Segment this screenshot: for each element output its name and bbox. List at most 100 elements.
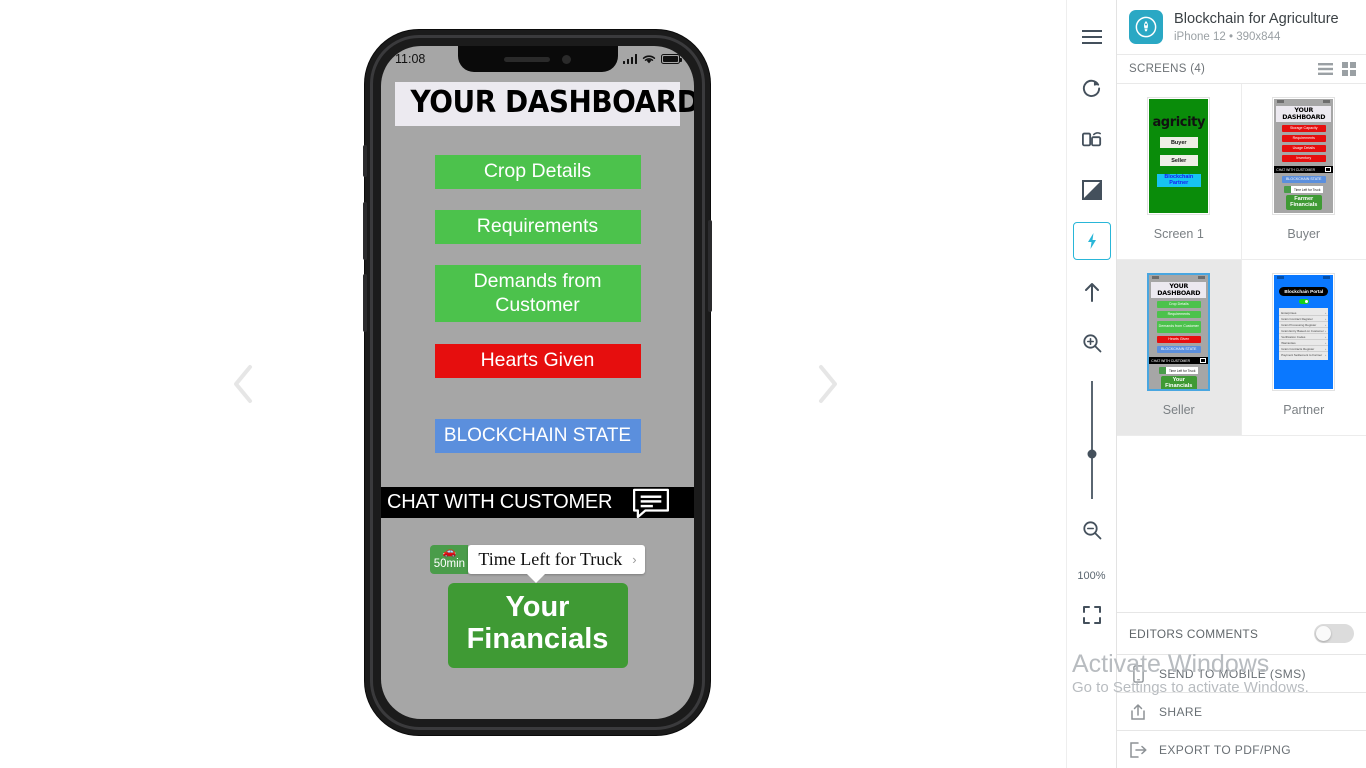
share-icon [1129,703,1147,721]
phone-mockup: 11:08 YOUR DASHBOARD Crop Details Requir… [363,30,712,735]
contrast-glyph [1081,180,1102,200]
chat-bubble-icon [633,488,669,518]
phone-volume-down-button [363,274,367,332]
mini-partner-list: Enterprises › Grain Contract Register › Gr… [1279,308,1329,360]
menu-glyph [1081,30,1102,44]
crop-details-button[interactable]: Crop Details [434,155,641,189]
mini-button: Crop Details [1156,301,1201,308]
mini-button: Inventory [1281,155,1326,162]
chevron-right-icon: › [632,552,637,567]
chevron-right-icon: › [1325,322,1327,327]
flash-icon[interactable] [1072,222,1111,260]
requirements-button[interactable]: Requirements [434,210,641,244]
blockchain-state-label: BLOCKCHAIN STATE [443,425,632,447]
view-toggles [1318,62,1356,76]
send-to-mobile-action[interactable]: SEND TO MOBILE (SMS) [1117,654,1366,692]
editors-comments-label: EDITORS COMMENTS [1129,626,1259,641]
editors-comments-toggle[interactable] [1314,624,1354,643]
zoom-in-icon[interactable] [1073,324,1111,362]
mini-status-bar [1149,275,1208,281]
refresh-icon[interactable] [1073,69,1111,107]
your-financials-line2: Financials [466,623,609,656]
demands-from-customer-button[interactable]: Demands from Customer [434,265,641,322]
send-to-mobile-label: SEND TO MOBILE (SMS) [1159,666,1306,681]
next-screen-arrow[interactable] [805,354,851,414]
upload-arrow-icon[interactable] [1073,273,1111,311]
previous-screen-arrow[interactable] [220,354,266,414]
share-action[interactable]: SHARE [1117,692,1366,730]
export-action[interactable]: EXPORT TO PDF/PNG [1117,730,1366,768]
project-header: Blockchain for Agriculture iPhone 12 • 3… [1117,0,1366,54]
screen-label: Screen 1 [1153,227,1204,241]
chevron-right-icon [819,365,837,403]
screen-label: Partner [1283,403,1325,417]
screen-content: YOUR DASHBOARD Crop Details Requirements… [381,82,694,668]
mini-button: BLOCKCHAIN STATE [1281,176,1326,183]
phone-volume-up-button [363,202,367,260]
mobile-glyph [1132,664,1144,683]
mini-chat-label: CHAT WITH CUSTOMER [1151,358,1191,363]
device-rotate-icon[interactable] [1073,120,1111,158]
mini-row-label: Warranties [1281,340,1296,345]
zoom-out-icon[interactable] [1073,511,1111,549]
truck-eta-row[interactable]: 🚗 50min Time Left for Truck › [395,545,680,583]
grid-view-icon[interactable] [1342,62,1356,76]
hearts-given-label: Hearts Given [480,349,595,372]
list-view-icon[interactable] [1318,63,1333,75]
mini-brand-name: agricity [1152,115,1206,130]
contrast-icon[interactable] [1073,171,1111,209]
truck-eta-card[interactable]: Time Left for Truck › [468,545,645,583]
rocket-glyph [1135,16,1157,38]
screen-thumb-screen-1[interactable]: agricity Buyer Seller Blockchain Partner… [1117,84,1242,260]
mini-chat-bubble-icon [1325,167,1332,172]
mini-title: YOUR DASHBOARD [1276,106,1332,122]
chat-with-customer-label: CHAT WITH CUSTOMER [387,491,613,513]
editors-comments-row[interactable]: EDITORS COMMENTS [1117,612,1366,654]
mini-button: Requirements [1281,135,1326,142]
crop-details-label: Crop Details [483,160,592,183]
project-panel: Blockchain for Agriculture iPhone 12 • 3… [1072,0,1366,768]
your-financials-line1: Your [505,591,570,623]
menu-icon[interactable] [1073,18,1111,56]
chevron-right-icon: › [1325,340,1327,345]
mini-row-label: Verification Codes [1281,334,1306,339]
screen-thumb-buyer[interactable]: YOUR DASHBOARD Storage Capacity Requirem… [1241,84,1366,260]
mini-truck-row: Time Left for Truck [1149,367,1208,374]
zoom-slider-knob[interactable] [1087,449,1096,459]
your-financials-button[interactable]: Your Financials [447,583,628,668]
zoom-slider[interactable] [1087,381,1096,499]
mini-title: YOUR DASHBOARD [1151,282,1207,298]
mini-button: Demands from Customer [1156,321,1201,333]
battery-icon [661,54,683,64]
mini-status-bar [1274,99,1333,105]
mini-chat-label: CHAT WITH CUSTOMER [1276,167,1316,172]
share-label: SHARE [1159,704,1203,719]
page-title: YOUR DASHBOARD [395,82,694,126]
mini-partner-toggle [1298,299,1309,304]
mini-blockchain-partner-button: Blockchain Partner [1156,174,1201,188]
mini-truck-badge [1159,367,1167,374]
list-view-glyph [1318,63,1333,75]
mini-truck-row: Time Left for Truck [1274,186,1333,193]
grid-view-glyph [1342,62,1356,76]
mini-partner-row: Payment Settlement to Farmer › [1279,352,1328,358]
mini-fin-line2: Financials [1165,383,1193,389]
export-icon [1129,741,1147,758]
thumb-frame: YOUR DASHBOARD Storage Capacity Requirem… [1272,97,1336,215]
export-glyph [1129,741,1147,758]
chat-with-customer-bar[interactable]: CHAT WITH CUSTOMER [381,487,694,518]
fullscreen-icon[interactable] [1073,596,1111,634]
project-device: iPhone 12 • 390x844 [1174,31,1281,44]
hearts-given-button[interactable]: Hearts Given [434,344,641,378]
mini-row-label: Enterprises [1281,310,1297,315]
car-icon: 🚗 [442,546,457,559]
screen-thumb-partner[interactable]: Blockchain Portal Enterprises › Grain Con… [1241,260,1366,436]
mini-button: Hearts Given [1156,336,1201,343]
mini-chat-bar: CHAT WITH CUSTOMER [1274,166,1334,173]
demands-from-customer-label: Demands from Customer [473,269,602,316]
status-indicators [622,54,683,65]
mini-truck-label: Time Left for Truck [1166,367,1199,374]
screen-thumb-seller[interactable]: YOUR DASHBOARD Crop Details Requirements… [1117,260,1242,436]
blockchain-state-button[interactable]: BLOCKCHAIN STATE [434,419,641,453]
mini-partner-title: Blockchain Portal [1279,287,1329,296]
